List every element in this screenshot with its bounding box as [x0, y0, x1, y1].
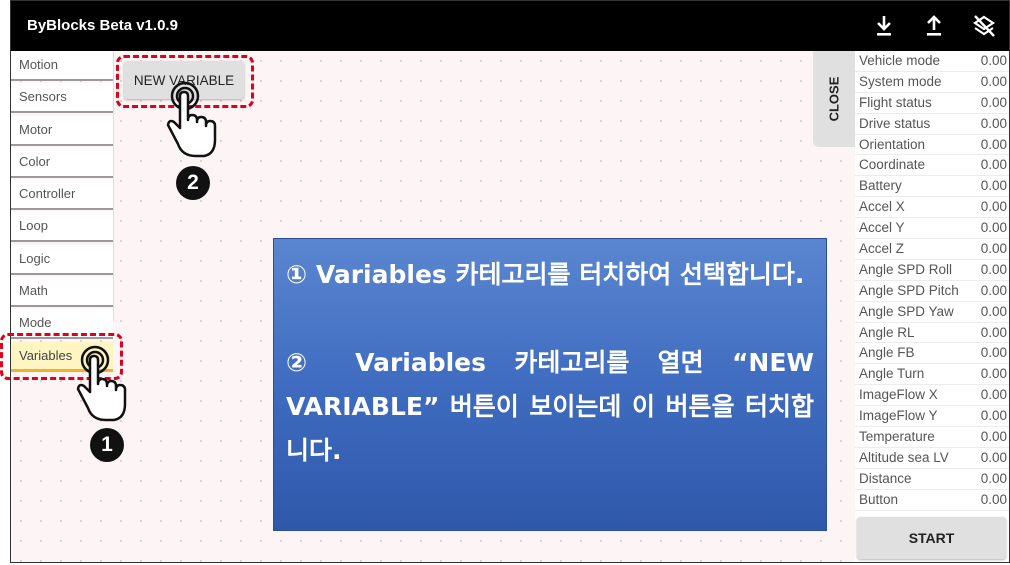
variable-row: Accel Z 0.00 [855, 239, 1009, 260]
category-controller[interactable]: Controller [11, 180, 113, 211]
variable-value: 0.00 [980, 115, 1007, 131]
variable-value: 0.00 [980, 366, 1007, 382]
variable-name: Vehicle mode [859, 53, 941, 68]
instruction-callout: ① Variables 카테고리를 터치하여 선택합니다. ② Variable… [273, 238, 827, 531]
title-bar: ByBlocks Beta v1.0.9 [11, 1, 1009, 51]
variable-value: 0.00 [980, 73, 1007, 89]
category-sensors[interactable]: Sensors [11, 83, 113, 114]
variable-name: Accel X [859, 199, 905, 215]
variable-row: Altitude sea LV 0.00 [855, 448, 1009, 469]
variable-value: 0.00 [980, 199, 1007, 215]
variable-name: Distance [859, 470, 912, 486]
clear-icon[interactable] [971, 13, 997, 39]
variable-value: 0.00 [980, 491, 1007, 507]
variable-value: 0.00 [980, 261, 1007, 277]
variable-row: Angle Turn 0.00 [855, 364, 1009, 386]
variable-value: 0.00 [980, 157, 1007, 173]
variable-value: 0.00 [980, 387, 1007, 403]
tap-hand-icon-2 [166, 81, 217, 158]
category-motion[interactable]: Motion [11, 51, 113, 81]
instruction-step-1: ① Variables 카테고리를 터치하여 선택합니다. [286, 260, 805, 289]
variable-value: 0.00 [980, 345, 1007, 361]
variable-value: 0.00 [980, 220, 1007, 236]
variable-row: Distance 0.00 [855, 469, 1009, 490]
start-button[interactable]: START [857, 517, 1006, 559]
variable-value: 0.00 [980, 241, 1007, 257]
variable-name: Angle SPD Yaw [859, 303, 954, 319]
variable-name: Button [859, 491, 899, 507]
variable-name: Accel Y [859, 220, 905, 236]
variable-row: System mode 0.00 [855, 72, 1009, 93]
variable-value: 0.00 [980, 136, 1007, 152]
variable-row: Flight status 0.00 [855, 93, 1009, 114]
category-loop[interactable]: Loop [11, 212, 113, 243]
variable-name: ImageFlow Y [859, 408, 938, 424]
variable-row: Angle RL 0.00 [855, 323, 1009, 344]
variable-row: Angle SPD Yaw 0.00 [855, 302, 1009, 323]
upload-icon[interactable] [921, 13, 947, 39]
app-title: ByBlocks Beta v1.0.9 [27, 17, 178, 34]
instruction-step-2: ② Variables 카테고리를 열면 “NEW VARIABLE” 버튼이 … [286, 348, 814, 465]
tap-hand-icon-1 [76, 345, 127, 422]
variable-value: 0.00 [980, 324, 1007, 340]
step-marker-2: 2 [176, 166, 210, 200]
category-list: Motion Sensors Motor Color Controller Lo… [11, 51, 113, 374]
variable-row: Drive status 0.00 [855, 114, 1009, 135]
variable-row: Accel Y 0.00 [855, 218, 1009, 240]
variable-name: Orientation [859, 136, 926, 152]
variable-row: Angle SPD Roll 0.00 [855, 260, 1009, 281]
category-color[interactable]: Color [11, 147, 113, 178]
variable-value: 0.00 [980, 408, 1007, 424]
variable-name: Temperature [859, 429, 935, 445]
variable-value: 0.00 [980, 94, 1007, 110]
variable-value: 0.00 [980, 449, 1007, 465]
step-marker-1: 1 [90, 428, 124, 462]
variable-name: Angle SPD Pitch [859, 282, 959, 298]
sidebar-divider [113, 51, 114, 321]
variable-name: Coordinate [859, 157, 926, 173]
variable-name: Accel Z [859, 241, 905, 257]
category-logic[interactable]: Logic [11, 244, 113, 275]
variable-row: Button 0.00 [855, 490, 1009, 511]
variable-name: Angle SPD Roll [859, 261, 953, 277]
variable-name: Angle FB [859, 345, 915, 361]
variable-row: Temperature 0.00 [855, 427, 1009, 448]
variable-row: ImageFlow Y 0.00 [855, 406, 1009, 428]
category-math[interactable]: Math [11, 277, 113, 308]
variable-row: Coordinate 0.00 [855, 155, 1009, 177]
variable-value: 0.00 [980, 282, 1007, 298]
close-panel-button[interactable]: CLOSE [813, 51, 855, 147]
close-label: CLOSE [826, 76, 842, 122]
variable-value: 0.00 [980, 429, 1007, 445]
variable-row: Accel X 0.00 [855, 197, 1009, 219]
variable-panel: Vehicle mode 0.00 System mode 0.00 Flight st… [855, 51, 1009, 562]
variable-name: Drive status [859, 115, 931, 131]
variable-row: Angle SPD Pitch 0.00 [855, 281, 1009, 302]
variable-value: 0.00 [980, 470, 1007, 486]
variable-row: Battery 0.00 [855, 176, 1009, 198]
variable-name: Angle Turn [859, 366, 925, 382]
variable-value: 0.00 [980, 53, 1007, 68]
variable-name: System mode [859, 73, 942, 89]
variable-row: Angle FB 0.00 [855, 343, 1009, 365]
variable-name: Altitude sea LV [859, 449, 949, 465]
variable-value: 0.00 [980, 178, 1007, 194]
variable-row: ImageFlow X 0.00 [855, 385, 1009, 407]
variable-row: Orientation 0.00 [855, 135, 1009, 156]
category-motor[interactable]: Motor [11, 115, 113, 146]
variable-name: Battery [859, 178, 902, 194]
variable-name: ImageFlow X [859, 387, 938, 403]
variable-value: 0.00 [980, 303, 1007, 319]
download-icon[interactable] [871, 13, 897, 39]
variable-row: Vehicle mode 0.00 [855, 51, 1009, 72]
variable-name: Flight status [859, 94, 932, 110]
variable-name: Angle RL [859, 324, 915, 340]
